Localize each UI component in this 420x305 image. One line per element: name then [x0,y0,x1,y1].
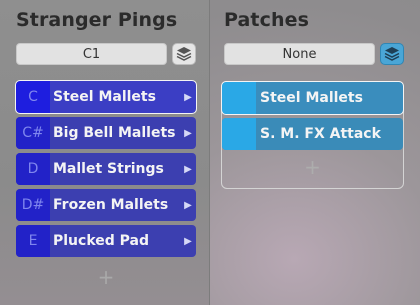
patch-selector[interactable]: None [224,43,375,65]
triangle-right-icon[interactable]: ▶ [180,153,196,185]
triangle-right-icon[interactable]: ▶ [180,225,196,257]
sample-list: C Steel Mallets ▶ C# Big Bell Mallets ▶ … [15,80,197,261]
item-label: Steel Mallets [53,89,156,105]
triangle-right-icon[interactable]: ▶ [180,81,196,113]
patch-color-swatch [222,118,256,150]
note-label: D# [16,189,50,221]
stranger-pings-panel: Stranger Pings C1 C Steel Mallets ▶ C# B… [0,0,210,305]
list-item[interactable]: C# Big Bell Mallets ▶ [16,117,196,149]
list-item[interactable]: E Plucked Pad ▶ [16,225,196,257]
note-label: C# [16,117,50,149]
patch-color-swatch [222,82,256,114]
layers-icon [384,47,400,61]
kit-selector[interactable]: C1 [16,43,167,65]
layers-button[interactable] [380,43,404,65]
layers-button[interactable] [172,43,196,65]
item-label: Big Bell Mallets [53,125,176,141]
patch-label: Steel Mallets [260,90,363,106]
layers-icon [176,47,192,61]
triangle-right-icon[interactable]: ▶ [180,117,196,149]
patch-list: Steel Mallets S. M. FX Attack + [221,81,404,189]
add-sample-button[interactable]: + [16,263,196,293]
patch-item[interactable]: S. M. FX Attack [222,118,403,150]
patch-item[interactable]: Steel Mallets [221,81,404,115]
patches-panel: Patches None Steel Mallets S. M. FX Atta… [211,0,420,305]
note-label: E [16,225,50,257]
panel-title: Patches [224,9,310,31]
item-label: Mallet Strings [53,161,164,177]
note-label: C [16,81,50,113]
item-label: Plucked Pad [53,233,150,249]
patch-label: S. M. FX Attack [260,126,381,142]
note-label: D [16,153,50,185]
list-item[interactable]: D Mallet Strings ▶ [16,153,196,185]
panel-title: Stranger Pings [16,9,178,31]
add-patch-button[interactable]: + [222,154,403,184]
list-item[interactable]: C Steel Mallets ▶ [15,80,197,114]
item-label: Frozen Mallets [53,197,169,213]
list-item[interactable]: D# Frozen Mallets ▶ [16,189,196,221]
triangle-right-icon[interactable]: ▶ [180,189,196,221]
